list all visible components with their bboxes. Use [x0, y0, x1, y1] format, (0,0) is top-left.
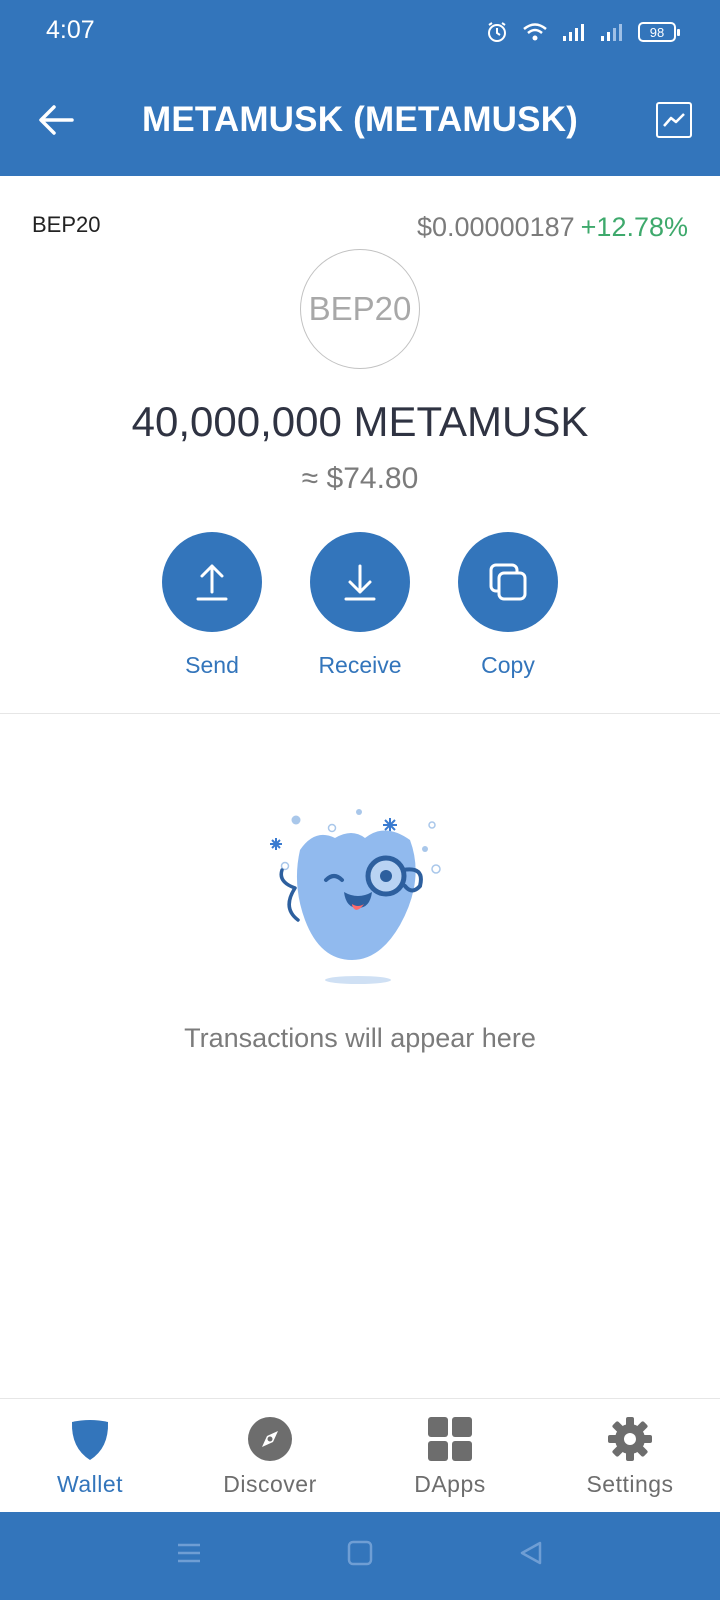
signal-icon: [563, 24, 584, 41]
battery-icon: 98: [638, 22, 680, 42]
network-label: BEP20: [32, 212, 101, 237]
screen: 4:07 98 METAMUSK (METAMUSK) BEP20 $0.000…: [0, 0, 720, 1600]
grid-icon: [428, 1417, 472, 1461]
receive-label: Receive: [318, 652, 402, 678]
menu-icon[interactable]: [176, 1540, 202, 1566]
upload-icon: [196, 564, 228, 601]
download-icon: [344, 564, 376, 601]
arrow-left-icon: [39, 105, 74, 135]
app-bar: 4:07 98 METAMUSK (METAMUSK): [0, 0, 720, 176]
token-logo: BEP20: [300, 249, 420, 369]
action-buttons: Send Receive Copy: [0, 532, 720, 682]
copy-icon: [489, 563, 527, 601]
back-triangle-icon[interactable]: [518, 1540, 544, 1566]
send-circle[interactable]: [162, 532, 262, 632]
copy-circle[interactable]: [458, 532, 558, 632]
page-title: METAMUSK (METAMUSK): [141, 100, 579, 139]
copy-button[interactable]: Copy: [438, 532, 578, 679]
empty-state-illustration: [270, 809, 441, 984]
receive-button[interactable]: Receive: [290, 532, 430, 679]
send-label: Send: [185, 652, 239, 678]
back-button[interactable]: [34, 98, 78, 142]
alarm-icon: [488, 22, 506, 42]
nav-discover[interactable]: Discover: [180, 1415, 360, 1498]
price-change: +12.78%: [580, 212, 688, 242]
shield-icon: [71, 1420, 109, 1460]
price-chart-button[interactable]: [656, 102, 692, 138]
receive-circle[interactable]: [310, 532, 410, 632]
wifi-icon: [523, 23, 547, 41]
home-icon[interactable]: [347, 1540, 373, 1566]
copy-label: Copy: [481, 652, 535, 678]
status-icons: 98: [486, 18, 680, 46]
compass-icon: [248, 1417, 292, 1461]
empty-state-message: Transactions will appear here: [184, 1023, 536, 1053]
nav-wallet-label: Wallet: [56, 1471, 124, 1497]
nav-discover-label: Discover: [223, 1471, 317, 1497]
system-navigation-bar: [0, 1512, 720, 1600]
nav-dapps[interactable]: DApps: [360, 1415, 540, 1498]
price-row: $0.00000187 +12.78%: [417, 212, 688, 243]
nav-settings-label: Settings: [586, 1471, 674, 1497]
send-button[interactable]: Send: [142, 532, 282, 679]
section-divider: [0, 713, 720, 714]
nav-settings[interactable]: Settings: [540, 1415, 720, 1498]
token-price: $0.00000187: [416, 212, 575, 242]
nav-dapps-label: DApps: [414, 1471, 486, 1497]
chart-icon: [663, 113, 685, 127]
bottom-nav: Wallet Discover DApps Settings: [0, 1398, 720, 1512]
status-time: 4:07: [46, 16, 95, 44]
fiat-value: ≈ $74.80: [301, 462, 419, 495]
token-balance: 40,000,000 METAMUSK: [131, 398, 589, 445]
gear-icon: [608, 1417, 652, 1461]
nav-wallet[interactable]: Wallet: [0, 1415, 180, 1498]
signal-icon: [601, 24, 622, 41]
